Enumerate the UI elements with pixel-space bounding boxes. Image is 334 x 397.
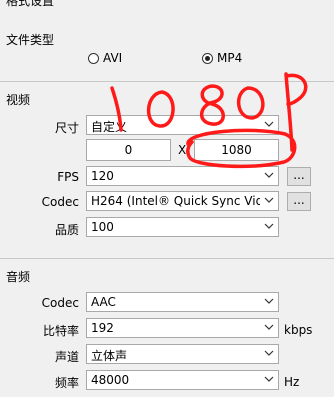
codec-more-button[interactable]: ... (287, 192, 311, 211)
width-input[interactable]: 0 (86, 139, 171, 161)
chevron-down-icon (264, 197, 274, 203)
file-type-label: 文件类型 (6, 33, 55, 47)
audio-codec-value: AAC (91, 295, 116, 309)
size-select[interactable]: 自定义 (86, 115, 279, 135)
chevron-down-icon (264, 223, 274, 229)
fps-label: FPS (57, 170, 79, 184)
channels-select-value: 立体声 (91, 349, 128, 363)
mp4-radio[interactable] (202, 53, 213, 64)
sample-rate-label: 频率 (54, 376, 79, 390)
divider (0, 258, 334, 259)
chevron-down-icon (264, 172, 274, 178)
quality-label: 品质 (54, 223, 79, 237)
sample-rate-value: 48000 (91, 373, 130, 387)
video-codec-label: Codec (41, 195, 79, 209)
dimension-separator: X (178, 143, 187, 157)
bitrate-select-value: 192 (91, 321, 114, 335)
height-input[interactable]: 1080 (194, 139, 279, 161)
chevron-down-icon (264, 376, 274, 382)
video-section-label: 视频 (6, 93, 31, 107)
size-label: 尺寸 (54, 121, 79, 135)
fps-select[interactable]: 120 (86, 166, 279, 186)
audio-codec-select[interactable]: AAC (86, 292, 279, 312)
quality-select-value: 100 (91, 220, 114, 234)
sample-rate-select[interactable]: 48000 (86, 370, 279, 390)
size-select-value: 自定义 (91, 120, 128, 134)
bitrate-unit: kbps (284, 323, 313, 337)
video-codec-select[interactable]: H264 (Intel® Quick Sync Video) (86, 191, 279, 211)
sample-rate-unit: Hz (284, 375, 300, 389)
dialog-title: 格式设置 (6, 0, 55, 8)
channels-label: 声道 (54, 350, 79, 364)
fps-more-button[interactable]: ... (287, 167, 311, 186)
chevron-down-icon (264, 324, 274, 330)
video-codec-value: H264 (Intel® Quick Sync Video) (91, 194, 260, 208)
audio-codec-label: Codec (41, 296, 79, 310)
chevron-down-icon (264, 121, 274, 127)
quality-select[interactable]: 100 (86, 217, 279, 237)
fps-select-value: 120 (91, 169, 114, 183)
avi-radio[interactable] (88, 53, 99, 64)
divider (0, 81, 334, 82)
chevron-down-icon (264, 350, 274, 356)
audio-section-label: 音频 (6, 270, 31, 284)
avi-radio-label[interactable]: AVI (103, 51, 122, 65)
mp4-radio-label[interactable]: MP4 (217, 51, 242, 65)
channels-select[interactable]: 立体声 (86, 344, 279, 364)
chevron-down-icon (264, 298, 274, 304)
bitrate-select[interactable]: 192 (86, 318, 279, 338)
bitrate-label: 比特率 (42, 324, 79, 338)
